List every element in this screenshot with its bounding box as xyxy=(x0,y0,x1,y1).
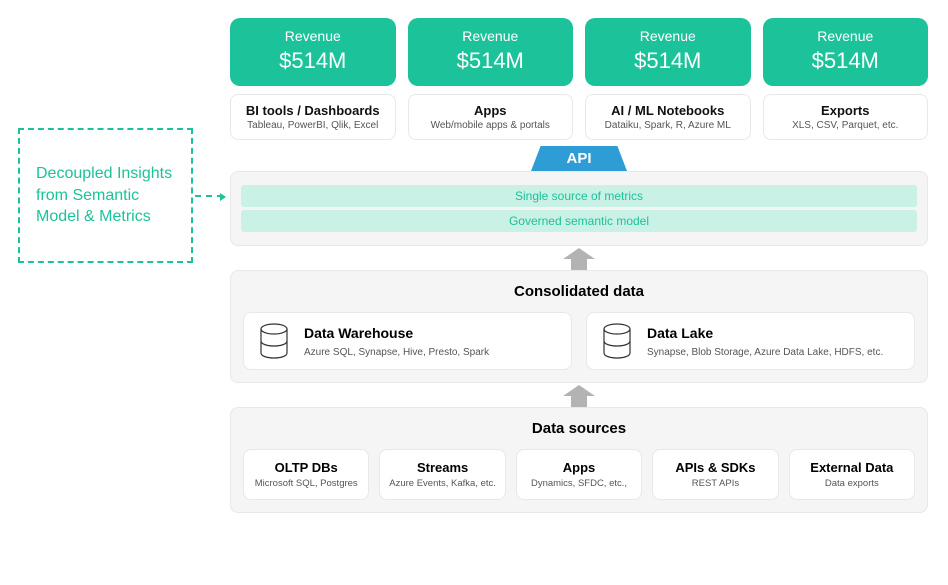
semantic-layer-box: Single source of metrics Governed semant… xyxy=(230,171,928,246)
callout-box: Decoupled Insights from Semantic Model &… xyxy=(18,128,193,263)
source-sub: Azure Events, Kafka, etc. xyxy=(384,478,500,489)
source-title: Apps xyxy=(521,460,637,475)
sources-box: Data sources OLTP DBs Microsoft SQL, Pos… xyxy=(230,407,928,513)
revenue-card: Revenue $514M xyxy=(408,18,574,86)
database-icon xyxy=(601,323,633,359)
semantic-model-bar: Governed semantic model xyxy=(241,210,917,232)
source-title: Streams xyxy=(384,460,500,475)
source-title: External Data xyxy=(794,460,910,475)
tool-card-bi: BI tools / Dashboards Tableau, PowerBI, … xyxy=(230,94,396,140)
warehouse-sub: Azure SQL, Synapse, Hive, Presto, Spark xyxy=(304,347,557,358)
revenue-label: Revenue xyxy=(767,28,925,44)
tool-subtitle: XLS, CSV, Parquet, etc. xyxy=(768,120,924,131)
source-sub: REST APIs xyxy=(657,478,773,489)
source-sub: Dynamics, SFDC, etc., xyxy=(521,478,637,489)
tool-subtitle: Dataiku, Spark, R, Azure ML xyxy=(590,120,746,131)
datalake-name: Data Lake xyxy=(647,325,900,341)
tool-card-exports: Exports XLS, CSV, Parquet, etc. xyxy=(763,94,929,140)
source-card-oltp: OLTP DBs Microsoft SQL, Postgres xyxy=(243,449,369,500)
tool-title: AI / ML Notebooks xyxy=(590,103,746,118)
tool-subtitle: Web/mobile apps & portals xyxy=(413,120,569,131)
revenue-value: $514M xyxy=(767,48,925,74)
datalake-card: Data Lake Synapse, Blob Storage, Azure D… xyxy=(586,312,915,370)
revenue-card: Revenue $514M xyxy=(230,18,396,86)
revenue-row: Revenue $514M Revenue $514M Revenue $514… xyxy=(230,18,928,86)
consolidated-row: Data Warehouse Azure SQL, Synapse, Hive,… xyxy=(243,312,915,370)
tools-row: BI tools / Dashboards Tableau, PowerBI, … xyxy=(230,94,928,140)
revenue-label: Revenue xyxy=(234,28,392,44)
source-card-external: External Data Data exports xyxy=(789,449,915,500)
consolidated-title: Consolidated data xyxy=(243,283,915,300)
main-column: Revenue $514M Revenue $514M Revenue $514… xyxy=(230,18,928,567)
revenue-label: Revenue xyxy=(412,28,570,44)
revenue-value: $514M xyxy=(589,48,747,74)
up-arrow-icon xyxy=(555,383,603,407)
callout-text: Decoupled Insights from Semantic Model &… xyxy=(36,163,175,228)
tool-title: Apps xyxy=(413,103,569,118)
tool-title: BI tools / Dashboards xyxy=(235,103,391,118)
up-arrow-icon xyxy=(555,246,603,270)
source-card-apis: APIs & SDKs REST APIs xyxy=(652,449,778,500)
dashed-arrow-icon xyxy=(195,195,223,197)
sources-title: Data sources xyxy=(243,420,915,437)
revenue-card: Revenue $514M xyxy=(763,18,929,86)
source-card-streams: Streams Azure Events, Kafka, etc. xyxy=(379,449,505,500)
warehouse-name: Data Warehouse xyxy=(304,325,557,341)
revenue-label: Revenue xyxy=(589,28,747,44)
consolidated-box: Consolidated data Data Warehouse Azure S… xyxy=(230,270,928,383)
tool-title: Exports xyxy=(768,103,924,118)
source-title: OLTP DBs xyxy=(248,460,364,475)
revenue-value: $514M xyxy=(234,48,392,74)
database-icon xyxy=(258,323,290,359)
datalake-sub: Synapse, Blob Storage, Azure Data Lake, … xyxy=(647,347,900,358)
sources-row: OLTP DBs Microsoft SQL, Postgres Streams… xyxy=(243,449,915,500)
revenue-card: Revenue $514M xyxy=(585,18,751,86)
source-card-apps: Apps Dynamics, SFDC, etc., xyxy=(516,449,642,500)
source-sub: Microsoft SQL, Postgres xyxy=(248,478,364,489)
revenue-value: $514M xyxy=(412,48,570,74)
tool-subtitle: Tableau, PowerBI, Qlik, Excel xyxy=(235,120,391,131)
tool-card-ml: AI / ML Notebooks Dataiku, Spark, R, Azu… xyxy=(585,94,751,140)
source-title: APIs & SDKs xyxy=(657,460,773,475)
source-sub: Data exports xyxy=(794,478,910,489)
metrics-bar: Single source of metrics xyxy=(241,185,917,207)
tool-card-apps: Apps Web/mobile apps & portals xyxy=(408,94,574,140)
warehouse-card: Data Warehouse Azure SQL, Synapse, Hive,… xyxy=(243,312,572,370)
api-badge: API xyxy=(531,146,627,171)
